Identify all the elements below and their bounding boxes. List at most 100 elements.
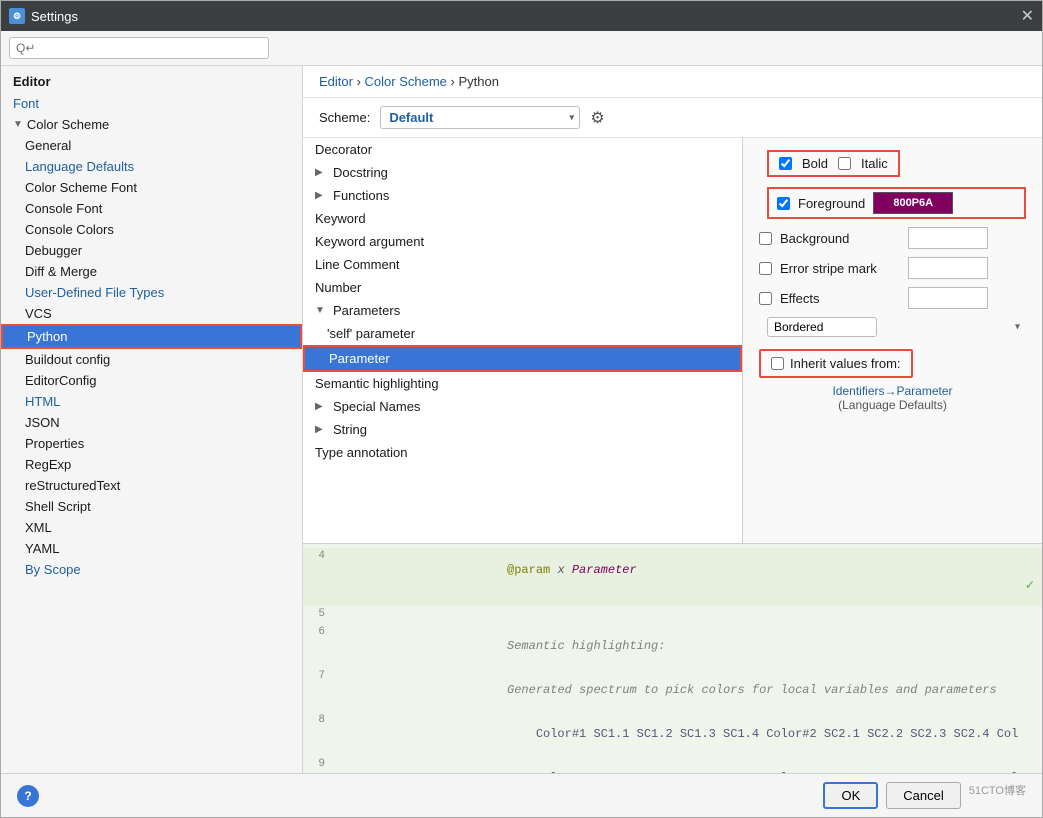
sidebar-item-python[interactable]: Python <box>1 324 302 349</box>
sidebar-item-buildout[interactable]: Buildout config <box>1 349 302 370</box>
sidebar-item-properties[interactable]: Properties <box>1 433 302 454</box>
token-keyword-argument[interactable]: Keyword argument <box>303 230 742 253</box>
effects-label: Effects <box>780 291 900 306</box>
error-stripe-row: Error stripe mark <box>759 257 1026 279</box>
token-docstring[interactable]: ▶Docstring <box>303 161 742 184</box>
line-content-7: Generated spectrum to pick colors for lo… <box>333 669 1042 711</box>
token-semantic-highlighting[interactable]: Semantic highlighting <box>303 372 742 395</box>
scheme-select[interactable]: Default <box>380 106 580 129</box>
sidebar-font-item[interactable]: Font <box>1 93 302 114</box>
bold-checkbox[interactable] <box>779 157 792 170</box>
sidebar-font-link[interactable]: Font <box>13 96 39 111</box>
error-stripe-color-swatch[interactable] <box>908 257 988 279</box>
sidebar-item-console-colors[interactable]: Console Colors <box>1 219 302 240</box>
inherit-link[interactable]: Identifiers→Parameter <box>759 384 1026 398</box>
inherit-checkbox[interactable] <box>771 357 784 370</box>
ok-button[interactable]: OK <box>823 782 878 809</box>
line-num-8: 8 <box>303 713 333 726</box>
token-list: Decorator ▶Docstring ▶Functions Keyword … <box>303 138 743 543</box>
line-content-4: @param x Parameter ✓ <box>333 549 1042 605</box>
sidebar-color-scheme-label: Color Scheme <box>27 117 109 132</box>
token-parameter[interactable]: Parameter <box>303 345 742 372</box>
param-token: Parameter <box>572 563 637 577</box>
breadcrumb: Editor › Color Scheme › Python <box>303 66 1042 98</box>
window-title: Settings <box>31 9 78 24</box>
sidebar-item-by-scope[interactable]: By Scope <box>1 559 302 580</box>
sidebar-item-vcs[interactable]: VCS <box>1 303 302 324</box>
functions-toggle-icon: ▶ <box>315 190 329 201</box>
decorator-token: @param <box>507 563 550 577</box>
sidebar-item-regexp[interactable]: RegExp <box>1 454 302 475</box>
token-number[interactable]: Number <box>303 276 742 299</box>
sidebar: Editor Font ▼ Color Scheme General Langu… <box>1 66 303 773</box>
token-decorator[interactable]: Decorator <box>303 138 742 161</box>
dialog-body: Editor Font ▼ Color Scheme General Langu… <box>1 31 1042 817</box>
sidebar-item-editorconfig[interactable]: EditorConfig <box>1 370 302 391</box>
token-type-annotation[interactable]: Type annotation <box>303 441 742 464</box>
sidebar-item-color-scheme-font[interactable]: Color Scheme Font <box>1 177 302 198</box>
effects-color-swatch[interactable] <box>908 287 988 309</box>
sidebar-item-language-defaults[interactable]: Language Defaults <box>1 156 302 177</box>
sidebar-item-restructured[interactable]: reStructuredText <box>1 475 302 496</box>
docstring-toggle-icon: ▶ <box>315 167 329 178</box>
background-color-swatch[interactable] <box>908 227 988 249</box>
token-special-names[interactable]: ▶Special Names <box>303 395 742 418</box>
titlebar-left: ⚙ Settings <box>9 8 78 24</box>
sidebar-item-yaml[interactable]: YAML <box>1 538 302 559</box>
token-keyword[interactable]: Keyword <box>303 207 742 230</box>
effects-checkbox[interactable] <box>759 292 772 305</box>
sidebar-item-user-defined[interactable]: User-Defined File Types <box>1 282 302 303</box>
toggle-icon: ▼ <box>13 119 23 130</box>
line-content-6: Semantic highlighting: <box>333 625 1042 667</box>
error-stripe-checkbox[interactable] <box>759 262 772 275</box>
sidebar-item-debugger[interactable]: Debugger <box>1 240 302 261</box>
sidebar-item-xml[interactable]: XML <box>1 517 302 538</box>
bold-label: Bold <box>802 156 828 171</box>
token-functions[interactable]: ▶Functions <box>303 184 742 207</box>
code-preview-inner: 4 @param x Parameter ✓ 5 <box>303 544 1042 773</box>
line-num-9: 9 <box>303 757 333 770</box>
scheme-gear-button[interactable]: ⚙ <box>590 108 604 128</box>
inherit-label: Inherit values from: <box>790 356 901 371</box>
footer: ? OK Cancel 51CTO博客 <box>1 773 1042 817</box>
token-parameters[interactable]: ▼Parameters <box>303 299 742 322</box>
content-area: Editor › Color Scheme › Python Scheme: D… <box>303 66 1042 773</box>
bordered-select[interactable]: Bordered <box>767 317 877 337</box>
sidebar-item-json[interactable]: JSON <box>1 412 302 433</box>
code-line-7: 7 Generated spectrum to pick colors for … <box>303 668 1042 712</box>
line-num-6: 6 <box>303 625 333 638</box>
foreground-container: Foreground 800P6A <box>767 187 1026 219</box>
sidebar-item-diff-merge[interactable]: Diff & Merge <box>1 261 302 282</box>
settings-window: ⚙ Settings ✕ Editor Font ▼ Color Scheme … <box>0 0 1043 818</box>
sidebar-item-general[interactable]: General <box>1 135 302 156</box>
breadcrumb-color-scheme[interactable]: Color Scheme <box>365 74 447 89</box>
breadcrumb-editor[interactable]: Editor <box>319 74 353 89</box>
code-line-4: 4 @param x Parameter ✓ <box>303 548 1042 606</box>
scheme-label: Scheme: <box>319 110 370 125</box>
search-input[interactable] <box>9 37 269 59</box>
editor-area: Decorator ▶Docstring ▶Functions Keyword … <box>303 138 1042 543</box>
token-string[interactable]: ▶String <box>303 418 742 441</box>
close-button[interactable]: ✕ <box>1021 6 1034 26</box>
help-button[interactable]: ? <box>17 785 39 807</box>
italic-checkbox[interactable] <box>838 157 851 170</box>
foreground-checkbox[interactable] <box>777 197 790 210</box>
cancel-button[interactable]: Cancel <box>886 782 960 809</box>
background-checkbox[interactable] <box>759 232 772 245</box>
token-self-parameter[interactable]: 'self' parameter <box>303 322 742 345</box>
foreground-label: Foreground <box>798 196 865 211</box>
titlebar: ⚙ Settings ✕ <box>1 1 1042 31</box>
foreground-color-swatch[interactable]: 800P6A <box>873 192 953 214</box>
sidebar-item-shell[interactable]: Shell Script <box>1 496 302 517</box>
sidebar-color-scheme[interactable]: ▼ Color Scheme <box>1 114 302 135</box>
sidebar-item-console-font[interactable]: Console Font <box>1 198 302 219</box>
token-line-comment[interactable]: Line Comment <box>303 253 742 276</box>
watermark: 51CTO博客 <box>969 782 1026 809</box>
param-x: x <box>557 563 564 577</box>
background-row: Background <box>759 227 1026 249</box>
sidebar-item-html[interactable]: HTML <box>1 391 302 412</box>
breadcrumb-sep2: › <box>451 74 459 89</box>
scheme-select-wrap: Default <box>380 106 580 129</box>
line-num-7: 7 <box>303 669 333 682</box>
effects-row: Effects <box>759 287 1026 309</box>
